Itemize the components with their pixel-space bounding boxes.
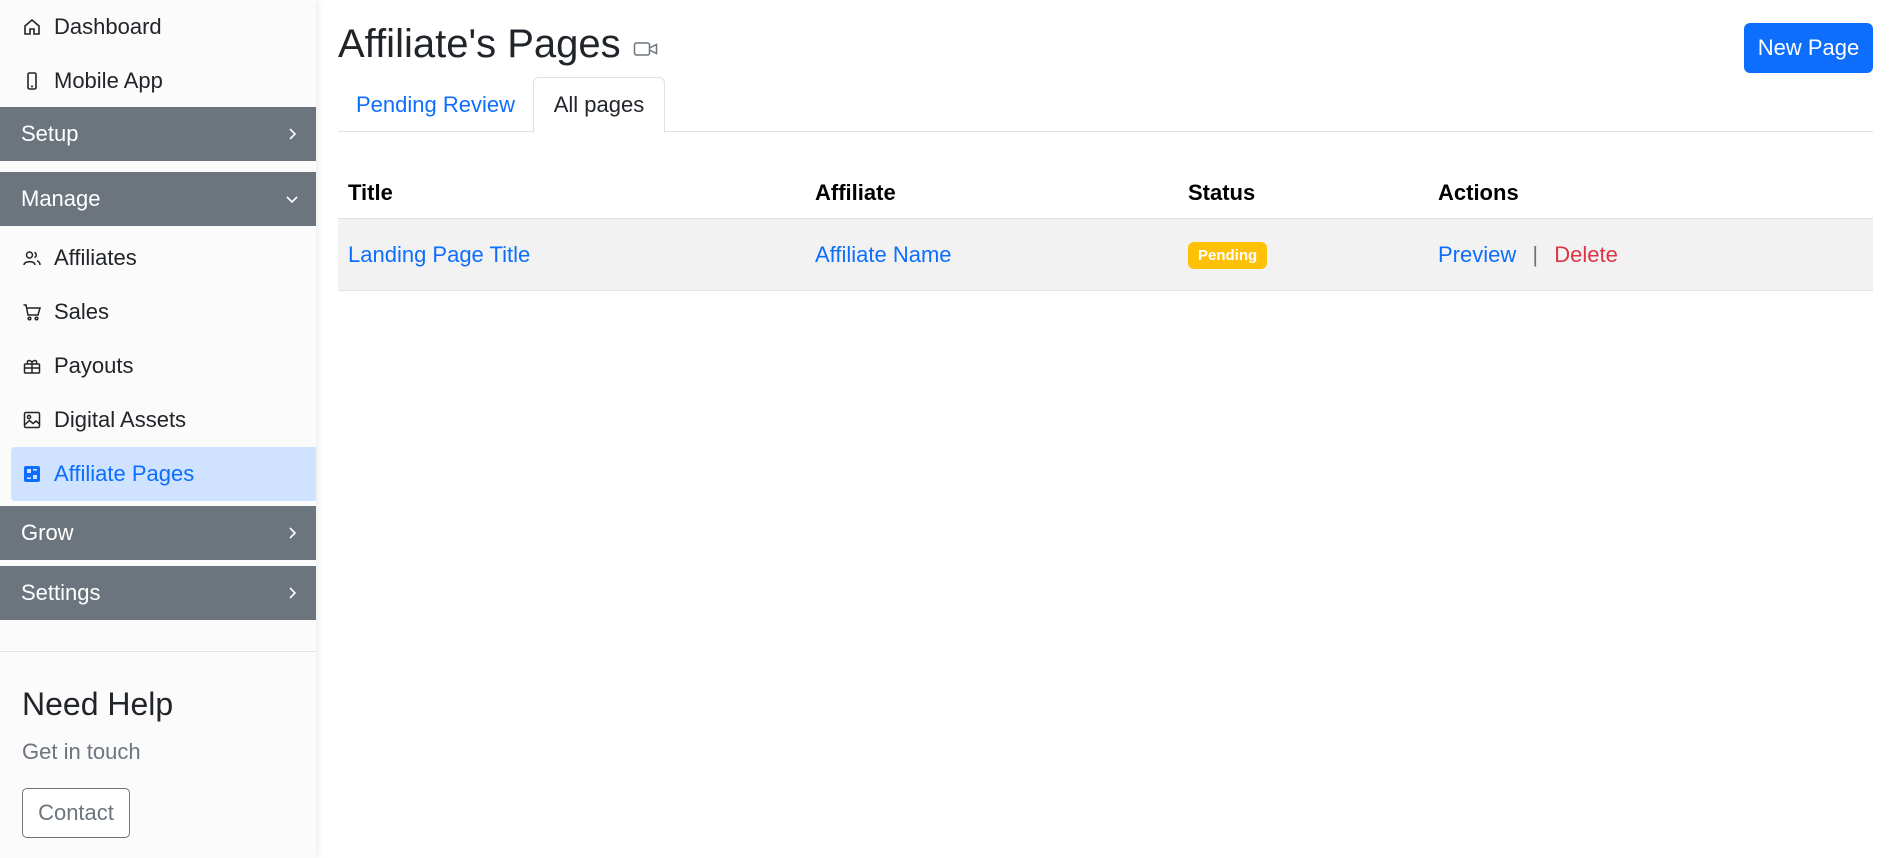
sidebar-item-dashboard[interactable]: Dashboard	[0, 0, 316, 54]
section-manage[interactable]: Manage	[0, 172, 316, 226]
tab-pending-review[interactable]: Pending Review	[338, 77, 533, 132]
table-header: Title Affiliate Status Actions	[338, 168, 1873, 219]
users-icon	[22, 248, 42, 268]
gift-icon	[22, 356, 42, 376]
sidebar-item-label: Affiliate Pages	[54, 461, 195, 486]
contact-button[interactable]: Contact	[22, 788, 130, 838]
chevron-right-icon	[284, 585, 300, 601]
action-separator: |	[1532, 241, 1539, 267]
chevron-down-icon	[284, 191, 300, 207]
preview-link[interactable]: Preview	[1438, 242, 1516, 267]
help-subtitle: Get in touch	[22, 739, 141, 764]
tabs: Pending Review All pages	[338, 77, 1873, 133]
pages-icon	[22, 464, 42, 484]
sidebar-item-payouts[interactable]: Payouts	[0, 339, 316, 393]
column-header-status: Status	[1188, 180, 1256, 205]
video-camera-icon[interactable]	[633, 39, 659, 59]
image-icon	[22, 410, 42, 430]
section-label: Settings	[21, 580, 101, 605]
page-title: Affiliate's Pages	[338, 22, 659, 67]
cart-icon	[22, 302, 42, 322]
sidebar-item-digital-assets[interactable]: Digital Assets	[0, 393, 316, 447]
column-header-affiliate: Affiliate	[815, 180, 896, 205]
home-icon	[22, 17, 42, 37]
section-label: Manage	[21, 186, 101, 211]
sidebar-item-label: Digital Assets	[54, 407, 187, 432]
delete-link[interactable]: Delete	[1554, 242, 1618, 267]
section-grow[interactable]: Grow	[0, 506, 316, 560]
sidebar-item-label: Sales	[54, 299, 110, 324]
section-setup[interactable]: Setup	[0, 107, 316, 161]
column-header-title: Title	[348, 180, 393, 205]
help-title: Need Help	[22, 686, 174, 722]
sidebar: Dashboard Mobile App Setup Manage Affili…	[0, 0, 316, 858]
page-title-text: Affiliate's Pages	[338, 22, 621, 66]
status-badge: Pending	[1188, 242, 1268, 269]
tab-all-pages[interactable]: All pages	[533, 77, 665, 133]
page-title-link[interactable]: Landing Page Title	[348, 242, 530, 267]
affiliate-link[interactable]: Affiliate Name	[815, 242, 952, 267]
section-settings[interactable]: Settings	[0, 566, 316, 620]
sidebar-item-sales[interactable]: Sales	[0, 285, 316, 339]
section-label: Grow	[21, 520, 74, 545]
sidebar-item-affiliates[interactable]: Affiliates	[0, 231, 316, 285]
table-row: Landing Page Title Affiliate Name Pendin…	[338, 219, 1873, 291]
new-page-button[interactable]: New Page	[1744, 23, 1873, 73]
column-header-actions: Actions	[1438, 180, 1519, 205]
sidebar-item-label: Dashboard	[54, 14, 162, 39]
help-divider	[0, 651, 316, 652]
sidebar-item-label: Mobile App	[54, 68, 163, 93]
pages-table: Title Affiliate Status Actions Landing P…	[338, 168, 1873, 291]
phone-icon	[22, 71, 42, 91]
sidebar-item-label: Affiliates	[54, 245, 137, 270]
chevron-right-icon	[284, 525, 300, 541]
sidebar-item-mobile-app[interactable]: Mobile App	[0, 54, 316, 108]
sidebar-item-label: Payouts	[54, 353, 134, 378]
chevron-right-icon	[284, 126, 300, 142]
sidebar-item-affiliate-pages[interactable]: Affiliate Pages	[11, 447, 316, 501]
section-label: Setup	[21, 121, 79, 146]
